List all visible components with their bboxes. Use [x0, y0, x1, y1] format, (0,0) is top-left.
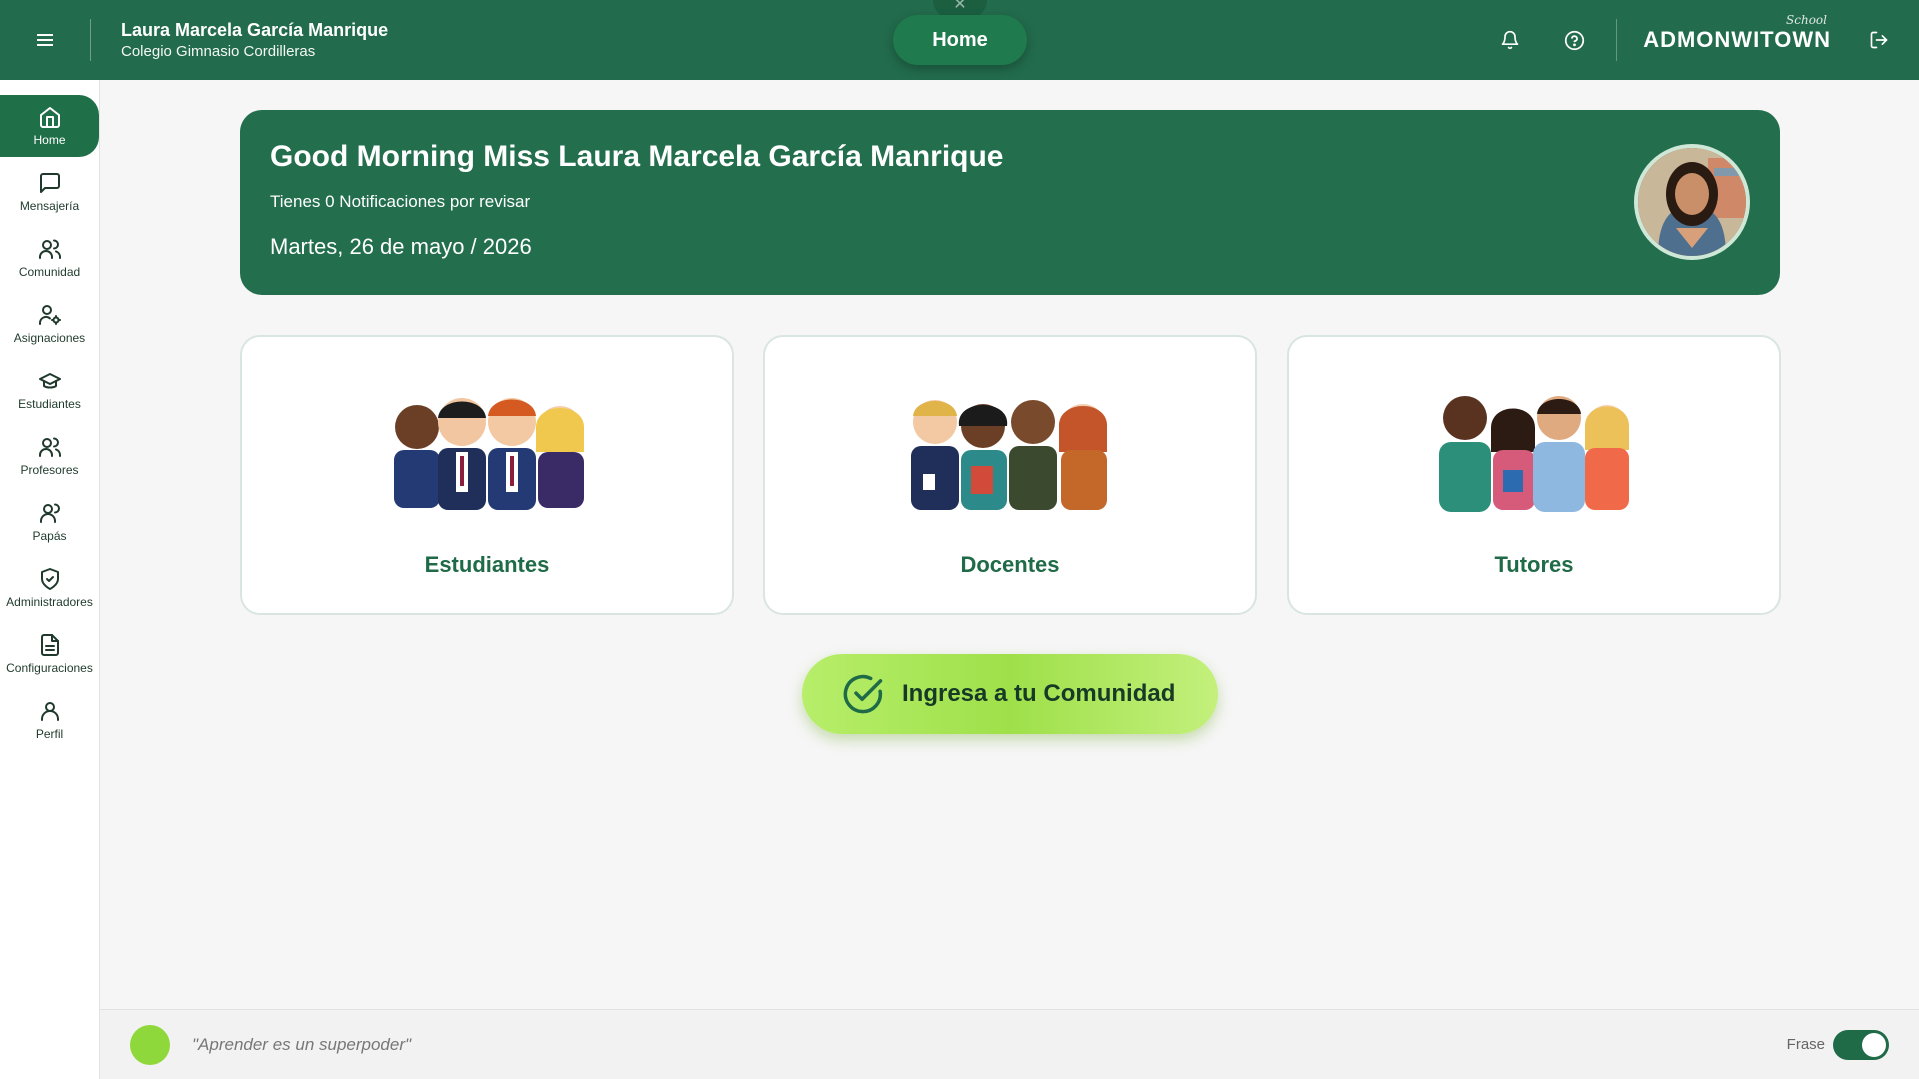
header-actions: ADMONWITOWN School: [1478, 0, 1919, 80]
user-info: Laura Marcela García Manrique Colegio Gi…: [121, 18, 388, 62]
teachers-illustration: [911, 400, 1107, 510]
graduation-cap-icon: [38, 373, 61, 389]
sidebar-item-profesores[interactable]: Profesores: [0, 425, 99, 487]
sidebar-item-perfil[interactable]: Perfil: [0, 689, 99, 751]
help-icon: [1564, 30, 1584, 50]
card-docentes[interactable]: Docentes: [763, 335, 1257, 615]
sidebar-item-label: Profesores: [20, 463, 79, 477]
home-tab-pill[interactable]: Home: [893, 15, 1027, 65]
join-community-button[interactable]: Ingresa a tu Comunidad: [802, 654, 1218, 734]
card-label: Tutores: [1494, 552, 1574, 577]
card-tutores[interactable]: Tutores: [1287, 335, 1781, 615]
welcome-banner: Good Morning Miss Laura Marcela García M…: [240, 110, 1780, 295]
cta-label: Ingresa a tu Comunidad: [902, 680, 1176, 707]
users-icon: [38, 437, 61, 457]
parents-illustration: [1439, 396, 1629, 512]
bell-icon: [1501, 30, 1519, 50]
school-name: Colegio Gimnasio Cordilleras: [121, 43, 316, 60]
sidebar-item-label: Papás: [32, 529, 67, 543]
students-illustration: [394, 398, 584, 510]
users-icon: [38, 239, 61, 259]
sidebar-item-estudiantes[interactable]: Estudiantes: [0, 359, 99, 421]
card-label: Docentes: [960, 552, 1060, 577]
document-icon: [40, 634, 59, 656]
sidebar-item-label: Asignaciones: [13, 331, 86, 345]
sidebar-item-label: Mensajería: [19, 199, 80, 213]
hamburger-menu-button[interactable]: [0, 0, 90, 80]
home-icon: [39, 107, 60, 128]
user-name: Laura Marcela García Manrique: [121, 20, 389, 40]
sidebar-item-home[interactable]: Home: [0, 95, 99, 157]
toggle-label: Frase: [1786, 1036, 1825, 1053]
sidebar-item-configuraciones[interactable]: Configuraciones: [0, 623, 99, 685]
check-circle-icon: [843, 674, 883, 714]
card-estudiantes[interactable]: Estudiantes: [240, 335, 734, 615]
notifications-summary: Tienes 0 Notificaciones por revisar: [270, 192, 531, 211]
sidebar-item-label: Configuraciones: [6, 661, 93, 675]
help-button[interactable]: [1542, 0, 1606, 80]
brand-name: ADMONWITOWN: [1643, 27, 1831, 52]
footer-bar: "Aprender es un superpoder" Frase: [100, 1009, 1919, 1079]
daily-quote: "Aprender es un superpoder": [192, 1034, 412, 1054]
user-icon: [40, 702, 59, 721]
top-header: Laura Marcela García Manrique Colegio Gi…: [0, 0, 1919, 80]
sidebar-item-asignaciones[interactable]: Asignaciones: [0, 293, 99, 355]
sidebar-item-label: Estudiantes: [18, 397, 81, 411]
message-icon: [39, 173, 60, 193]
current-date: Martes, 26 de mayo / 2026: [270, 234, 532, 259]
brand-logo: ADMONWITOWN School: [1643, 13, 1831, 53]
logout-button[interactable]: [1851, 0, 1907, 80]
users-icon: [39, 503, 60, 523]
shield-check-icon: [40, 568, 59, 590]
sidebar-item-label: Perfil: [35, 727, 64, 741]
sidebar-item-mensajeria[interactable]: Mensajería: [0, 161, 99, 223]
sidebar-item-administradores[interactable]: Administradores: [0, 557, 99, 619]
profile-photo: [1638, 148, 1746, 256]
notifications-button[interactable]: [1478, 0, 1542, 80]
toggle-knob: [1862, 1032, 1886, 1057]
sidebar: Home Mensajería Comunidad Asignaciones E…: [0, 80, 100, 1079]
header-divider: [1616, 19, 1618, 61]
frase-toggle[interactable]: [1833, 1029, 1889, 1060]
sidebar-item-label: Comunidad: [18, 265, 81, 279]
user-gear-icon: [38, 305, 61, 325]
sidebar-item-comunidad[interactable]: Comunidad: [0, 227, 99, 289]
greeting-title: Good Morning Miss Laura Marcela García M…: [270, 140, 1004, 173]
sidebar-item-label: Home: [33, 133, 66, 147]
logout-icon: [1870, 31, 1888, 49]
sidebar-item-papas[interactable]: Papás: [0, 491, 99, 553]
hamburger-icon: [37, 34, 53, 46]
sidebar-item-label: Administradores: [6, 595, 93, 609]
brand-tag: School: [1786, 13, 1827, 27]
header-divider: [90, 19, 91, 61]
card-label: Estudiantes: [424, 552, 550, 577]
status-dot: [130, 1024, 170, 1065]
avatar[interactable]: [1634, 144, 1750, 260]
